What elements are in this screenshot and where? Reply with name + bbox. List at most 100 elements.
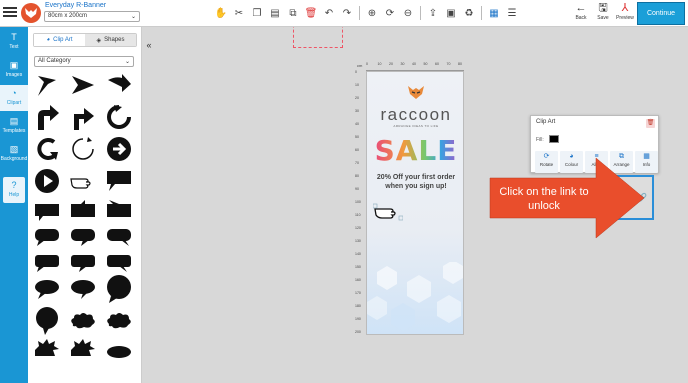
upload-icon[interactable]: ⇪ [426,6,440,20]
refresh-arrow-icon[interactable] [104,103,134,131]
ruler-tick: 50 [355,135,359,139]
fill-color-swatch[interactable] [549,135,559,143]
speech-bubble-icon[interactable] [68,275,98,303]
ruler-tick: 30 [400,62,405,66]
ellipse-bubble-icon[interactable] [104,333,134,361]
offer-text: 20% Off your first order when you sign u… [376,174,456,190]
tab-shapes[interactable]: ◈ Shapes [85,34,136,46]
burst-bubble-icon[interactable] [68,333,98,361]
play-circle-icon[interactable] [32,167,62,195]
edit-tools: ✋ ✂ ❐ ▤ ⧉ 🗑 ↶ ↷ ⊕ ⟳ ⊖ ⇪ ▣ ♻ ▦ ☰ [212,4,521,22]
speech-bubble-icon[interactable] [68,249,98,277]
cut-icon[interactable]: ✂ [232,6,246,20]
shapes-icon: ◈ [96,37,102,44]
ruler-tick: 10 [355,83,359,87]
brand-name: raccoon [380,105,452,124]
delete-icon[interactable]: 🗑 [304,6,318,20]
toolbar-divider [420,6,421,20]
preview-button[interactable]: ⅄ Preview [614,2,636,21]
clipart-panel: ◕ Clip Art ◈ Shapes All Category ⌄ [28,27,142,383]
image-icon[interactable]: ▣ [444,6,458,20]
copy-icon[interactable]: ❐ [250,6,264,20]
help-button[interactable]: ? Help [3,177,25,203]
circle-arrow-right-icon[interactable] [104,135,134,163]
rail-item-images[interactable]: ▣ Images [0,57,28,83]
arrow-sweep-icon[interactable] [104,71,134,99]
sale-text: SALE [375,134,458,165]
tool-rail: T Text ▣ Images ◔ Clipart ▤ Templates ▧ … [0,27,28,383]
ruler-tick: 20 [355,96,359,100]
continue-button[interactable]: Continue [637,2,685,25]
toolbar-divider [359,6,360,20]
save-icon: 🖫 [598,2,608,14]
rail-item-templates[interactable]: ▤ Templates [0,113,28,139]
ruler-tick: 0 [366,62,368,66]
redo-icon[interactable]: ↷ [340,6,354,20]
arrow-curve-icon[interactable] [32,71,62,99]
size-dropdown[interactable]: 80cm x 200cm ⌄ [44,11,140,22]
arrow-turn-up-right-icon[interactable] [68,103,98,131]
pointing-hand-icon[interactable] [68,167,98,195]
burst-bubble-icon[interactable] [32,333,62,361]
speech-bubble-round-icon[interactable] [104,275,134,303]
arrow-u-turn-icon[interactable] [32,135,62,163]
speech-bubble-icon[interactable] [32,197,62,225]
rail-item-background[interactable]: ▧ Background [0,141,28,167]
speech-bubble-icon[interactable] [104,223,134,251]
hand-icon[interactable]: ✋ [214,6,228,20]
app-logo [21,3,41,23]
speech-bubble-icon[interactable] [104,197,134,225]
ruler-tick: 80 [355,174,359,178]
menu-icon[interactable] [3,5,17,19]
rail-item-clipart[interactable]: ◔ Clipart [0,85,28,111]
arrow-turn-right-icon[interactable] [32,103,62,131]
refresh-icon[interactable]: ⟳ [383,6,397,20]
fill-label: Fill: [536,137,544,143]
circle-arrow-outline-icon[interactable] [68,135,98,163]
ruler-tick: 110 [355,213,361,217]
project-title[interactable]: Everyday R-Banner [45,2,106,9]
speech-bubble-icon[interactable] [68,197,98,225]
tab-clipart[interactable]: ◕ Clip Art [34,34,85,46]
category-dropdown[interactable]: All Category ⌄ [34,56,134,67]
hexagon-pattern [367,262,463,331]
sale-headline: SALE [372,133,460,172]
ruler-tick: 130 [355,239,361,243]
speech-bubble-icon[interactable] [68,223,98,251]
ruler-tick: 90 [355,187,359,191]
cloud-bubble-icon[interactable] [68,307,98,335]
cloud-bubble-icon[interactable] [104,307,134,335]
back-button[interactable]: ← Back [570,2,592,21]
speech-bubble-icon[interactable] [32,223,62,251]
ruler-tick: 70 [355,161,359,165]
trash-icon[interactable]: 🗑 [646,119,655,128]
speech-bubble-icon[interactable] [104,167,134,195]
rail-label: Help [8,192,20,198]
panel-tabs: ◕ Clip Art ◈ Shapes [33,33,137,47]
save-button[interactable]: 🖫 Save [592,2,614,21]
rail-label: Clipart [6,100,22,106]
speech-bubble-icon[interactable] [32,275,62,303]
arrow-right-bold-icon[interactable] [68,71,98,99]
duplicate-icon[interactable]: ⧉ [286,6,300,20]
tab-label: Shapes [104,37,125,43]
pointing-hand-icon[interactable] [373,200,403,222]
collapse-panel-icon[interactable]: « [143,39,155,51]
speech-bubble-icon[interactable] [104,249,134,277]
paste-icon[interactable]: ▤ [268,6,282,20]
ruler-tick: 180 [355,304,361,308]
design-artboard[interactable]: raccoon ARRANGE IDEAS TO LIFE SALE 20% O… [366,71,464,335]
callout-text: Click on the link to unlock [499,186,589,212]
speech-bubble-round-icon[interactable] [32,307,62,335]
zoom-in-icon[interactable]: ⊕ [365,6,379,20]
ruler-tick: 20 [389,62,393,66]
rail-item-text[interactable]: T Text [0,29,28,55]
speech-bubble-icon[interactable] [32,249,62,277]
undo-icon[interactable]: ↶ [322,6,336,20]
zoom-out-icon[interactable]: ⊖ [401,6,415,20]
chevron-down-icon: ⌄ [124,59,130,65]
grid-icon[interactable]: ▦ [487,6,501,20]
help-icon: ? [11,180,17,190]
recycle-icon[interactable]: ♻ [462,6,476,20]
layers-icon[interactable]: ☰ [505,6,519,20]
